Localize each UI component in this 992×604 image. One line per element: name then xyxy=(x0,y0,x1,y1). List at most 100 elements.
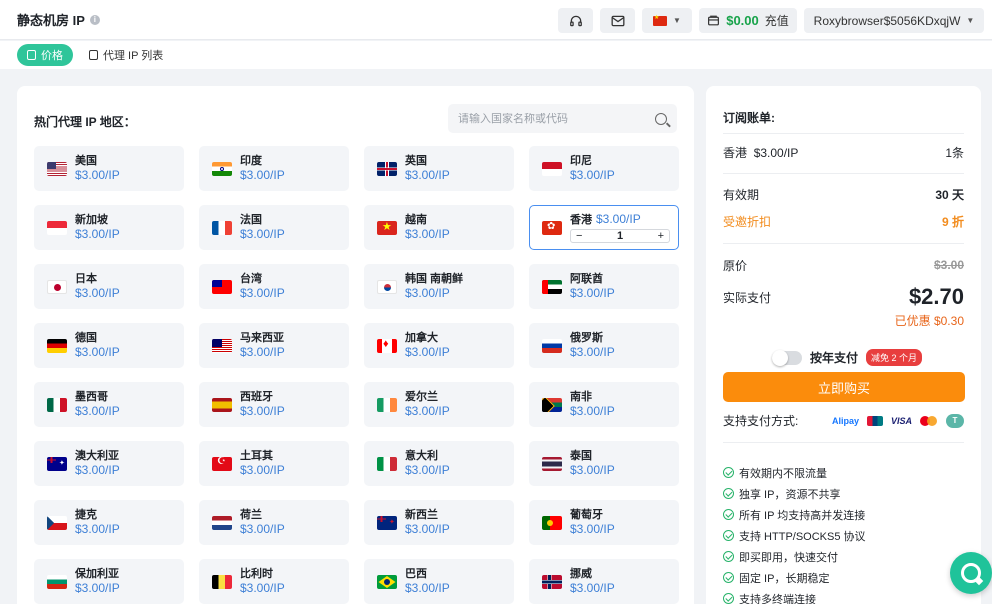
country-info: 新加坡 $3.00/IP xyxy=(75,213,120,242)
country-card-no[interactable]: 挪威 $3.00/IP xyxy=(529,559,679,604)
feature-item: 支持 HTTP/SOCKS5 协议 xyxy=(723,525,866,546)
country-info: 印度 $3.00/IP xyxy=(240,154,285,183)
country-name: 越南 xyxy=(405,214,427,226)
country-name: 新加坡 xyxy=(75,214,108,226)
country-card-au[interactable]: 澳大利亚$3.00/IP xyxy=(34,441,184,486)
balance-button[interactable]: $0.00 充值 xyxy=(699,8,797,33)
gb-flag-icon xyxy=(377,161,397,176)
country-card-us[interactable]: 美国 $3.00/IP xyxy=(34,146,184,191)
country-card-pt[interactable]: 葡萄牙 $3.00/IP xyxy=(529,500,679,545)
country-card-br[interactable]: 巴西 $3.00/IP xyxy=(364,559,514,604)
feature-item: 即买即用，快速交付 xyxy=(723,546,866,567)
country-card-es[interactable]: 西班牙 $3.00/IP xyxy=(199,382,349,427)
country-info: 德国 $3.00/IP xyxy=(75,331,120,360)
country-card-ae[interactable]: 阿联酋 $3.00/IP xyxy=(529,264,679,309)
country-info: 土耳其 $3.00/IP xyxy=(240,449,285,478)
search-icon[interactable] xyxy=(655,112,667,125)
support-button[interactable] xyxy=(558,8,593,33)
country-info: 韩国 南朝鲜 $3.00/IP xyxy=(405,272,463,301)
country-price: $3.00/IP xyxy=(240,168,285,182)
country-name: 巴西 xyxy=(405,568,427,580)
country-name: 美国 xyxy=(75,155,97,167)
country-card-it[interactable]: 意大利 $3.00/IP xyxy=(364,441,514,486)
country-card-mx[interactable]: 墨西哥 $3.00/IP xyxy=(34,382,184,427)
country-card-nz[interactable]: 新西兰$3.00/IP xyxy=(364,500,514,545)
country-card-tw[interactable]: 台湾 $3.00/IP xyxy=(199,264,349,309)
decrement-button[interactable]: − xyxy=(576,230,582,242)
country-name: 捷克 xyxy=(75,509,97,521)
country-card-gb[interactable]: 英国 $3.00/IP xyxy=(364,146,514,191)
country-price: $3.00/IP xyxy=(75,404,120,418)
country-card-ru[interactable]: 俄罗斯 $3.00/IP xyxy=(529,323,679,368)
country-price: $3.00/IP xyxy=(570,463,615,477)
country-card-id[interactable]: 印尼 $3.00/IP xyxy=(529,146,679,191)
country-card-fr[interactable]: 法国 $3.00/IP xyxy=(199,205,349,250)
country-price: $3.00/IP xyxy=(240,581,285,595)
country-price: $3.00/IP xyxy=(570,522,615,536)
country-card-bg[interactable]: 保加利亚 $3.00/IP xyxy=(34,559,184,604)
country-card-kr[interactable]: 韩国 南朝鲜 $3.00/IP xyxy=(364,264,514,309)
za-flag-icon xyxy=(542,397,562,412)
country-info: 俄罗斯 $3.00/IP xyxy=(570,331,615,360)
wallet-icon xyxy=(708,15,720,26)
country-price: $3.00/IP xyxy=(75,463,120,477)
increment-button[interactable]: + xyxy=(658,230,664,242)
search-input[interactable] xyxy=(458,112,655,125)
mastercard-icon xyxy=(920,415,938,426)
language-selector[interactable]: ▼ xyxy=(642,8,692,33)
country-price: $3.00/IP xyxy=(75,581,120,595)
in-flag-icon xyxy=(212,161,232,176)
country-info: 澳大利亚 $3.00/IP xyxy=(75,449,120,478)
mail-button[interactable] xyxy=(600,8,635,33)
info-icon[interactable]: i xyxy=(89,14,100,25)
country-card-be[interactable]: 比利时 $3.00/IP xyxy=(199,559,349,604)
ru-flag-icon xyxy=(542,338,562,353)
username: Roxybrowser$5056KDxqjW xyxy=(813,13,961,28)
fr-flag-icon xyxy=(212,220,232,235)
country-card-my[interactable]: 马来西亚 $3.00/IP xyxy=(199,323,349,368)
country-card-tr[interactable]: 土耳其$3.00/IP xyxy=(199,441,349,486)
country-card-za[interactable]: 南非 $3.00/IP xyxy=(529,382,679,427)
country-card-th[interactable]: 泰国 $3.00/IP xyxy=(529,441,679,486)
country-price: $3.00/IP xyxy=(405,227,450,241)
quantity-stepper: − 1 + xyxy=(570,229,670,243)
check-circle-icon xyxy=(723,467,734,478)
tw-flag-icon xyxy=(212,279,232,294)
country-card-hk[interactable]: 香港 $3.00/IP − 1 + xyxy=(529,205,679,250)
tab-proxy-list[interactable]: 代理 IP 列表 xyxy=(89,44,163,66)
quantity-value[interactable]: 1 xyxy=(617,230,623,242)
country-search[interactable] xyxy=(448,104,677,133)
annual-pay-toggle[interactable] xyxy=(772,349,802,366)
country-info: 葡萄牙 $3.00/IP xyxy=(570,508,615,537)
chat-button[interactable] xyxy=(950,552,992,594)
country-info: 西班牙 $3.00/IP xyxy=(240,390,285,419)
region-label: 热门代理 IP 地区： xyxy=(34,115,136,129)
country-name: 香港 xyxy=(570,214,592,226)
country-card-vn[interactable]: 越南$3.00/IP xyxy=(364,205,514,250)
country-card-sg[interactable]: 新加坡 $3.00/IP xyxy=(34,205,184,250)
buy-now-button[interactable]: 立即购买 xyxy=(723,372,965,402)
country-info: 加拿大 $3.00/IP xyxy=(405,331,450,360)
tab-price[interactable]: 价格 xyxy=(17,44,73,66)
country-price: $3.00/IP xyxy=(405,463,450,477)
country-card-ca[interactable]: 加拿大$3.00/IP xyxy=(364,323,514,368)
country-card-de[interactable]: 德国 $3.00/IP xyxy=(34,323,184,368)
country-info: 意大利 $3.00/IP xyxy=(405,449,450,478)
user-menu[interactable]: Roxybrowser$5056KDxqjW ▼ xyxy=(804,8,984,33)
country-card-nl[interactable]: 荷兰 $3.00/IP xyxy=(199,500,349,545)
country-card-in[interactable]: 印度 $3.00/IP xyxy=(199,146,349,191)
ae-flag-icon xyxy=(542,279,562,294)
country-info: 印尼 $3.00/IP xyxy=(570,154,615,183)
discount-badge: 减免 2 个月 xyxy=(866,349,923,366)
country-card-jp[interactable]: 日本 $3.00/IP xyxy=(34,264,184,309)
feature-item: 支持多终端连接 xyxy=(723,588,866,604)
country-card-ie[interactable]: 爱尔兰 $3.00/IP xyxy=(364,382,514,427)
country-name: 加拿大 xyxy=(405,332,438,344)
country-info: 英国 $3.00/IP xyxy=(405,154,450,183)
header-actions: ▼ $0.00 充值 Roxybrowser$5056KDxqjW ▼ xyxy=(558,8,984,33)
discount-row: 受邀折扣 9 折 xyxy=(723,211,964,231)
vn-flag-icon xyxy=(377,220,397,235)
country-card-cz[interactable]: 捷克 $3.00/IP xyxy=(34,500,184,545)
country-info: 爱尔兰 $3.00/IP xyxy=(405,390,450,419)
nl-flag-icon xyxy=(212,515,232,530)
